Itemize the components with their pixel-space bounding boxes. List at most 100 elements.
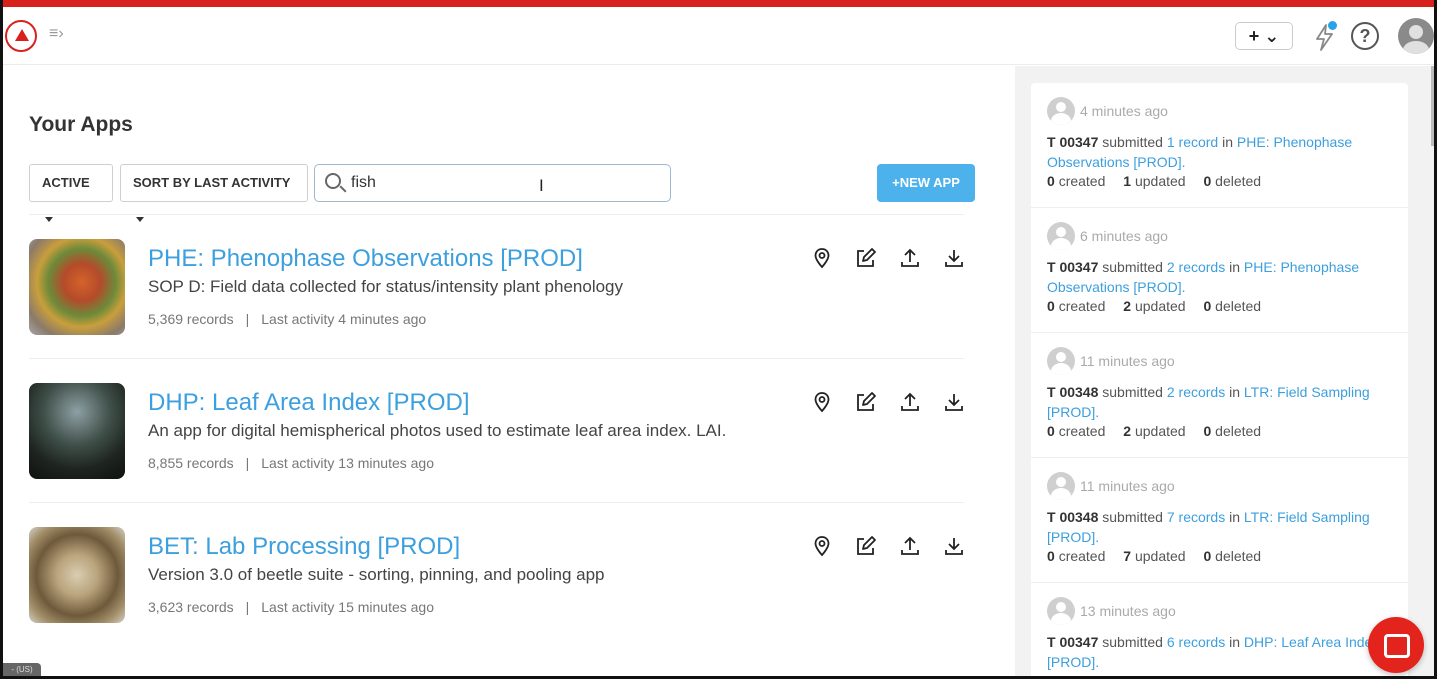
menu-icon[interactable]: ≡› <box>49 25 64 43</box>
app-description: Version 3.0 of beetle suite - sorting, p… <box>148 565 605 585</box>
records-link[interactable]: 2 records <box>1167 384 1225 400</box>
activity-sidebar: 4 minutes ago T 00347 submitted 1 record… <box>1015 66 1434 676</box>
app-meta: 8,855 records|Last activity 13 minutes a… <box>148 455 434 471</box>
activity-time: 13 minutes ago <box>1080 603 1176 619</box>
deleted-label: deleted <box>1215 298 1261 314</box>
app-thumbnail[interactable] <box>29 527 125 623</box>
activity-item: 11 minutes ago T 00348 submitted 2 recor… <box>1031 333 1408 458</box>
activity-in: in <box>1229 384 1240 400</box>
activity-user: T 00347 <box>1047 134 1098 150</box>
upload-icon[interactable] <box>899 247 921 269</box>
activity-item: 13 minutes ago T 00347 submitted 6 recor… <box>1031 583 1408 683</box>
record-count: 5,369 records <box>148 311 234 327</box>
search-icon <box>325 173 341 189</box>
activity-item: 11 minutes ago T 00348 submitted 7 recor… <box>1031 458 1408 583</box>
app-description: SOP D: Field data collected for status/i… <box>148 277 623 297</box>
add-menu-button[interactable]: + ⌄ <box>1235 22 1293 50</box>
activity-feed[interactable]: 4 minutes ago T 00347 submitted 1 record… <box>1031 83 1408 683</box>
chat-icon[interactable] <box>1368 617 1424 673</box>
sort-dropdown[interactable]: SORT BY LAST ACTIVITY <box>120 164 308 202</box>
app-thumbnail[interactable] <box>29 239 125 335</box>
created-label: created <box>1059 173 1106 189</box>
activity-in: in <box>1229 509 1240 525</box>
records-link[interactable]: 7 records <box>1167 509 1225 525</box>
activity-text: T 00348 submitted 2 records in LTR: Fiel… <box>1047 382 1387 422</box>
updated-count: 7 <box>1123 548 1131 564</box>
activity-in: in <box>1229 259 1240 275</box>
app-link-period: . <box>1095 404 1099 420</box>
app-thumbnail[interactable] <box>29 383 125 479</box>
user-avatar-icon[interactable] <box>1398 18 1434 54</box>
logo-icon[interactable] <box>5 20 37 52</box>
records-link[interactable]: 2 records <box>1167 259 1225 275</box>
last-activity: Last activity 13 minutes ago <box>261 455 434 471</box>
app-row: PHE: Phenophase Observations [PROD] SOP … <box>29 214 964 358</box>
activity-time: 4 minutes ago <box>1080 103 1168 119</box>
activity-text: T 00347 submitted 6 records in DHP: Leaf… <box>1047 632 1387 672</box>
activity-verb: submitted <box>1102 384 1163 400</box>
upload-icon[interactable] <box>899 535 921 557</box>
download-icon[interactable] <box>943 391 965 413</box>
deleted-count: 0 <box>1203 423 1211 439</box>
app-title-link[interactable]: BET: Lab Processing [PROD] <box>148 533 460 561</box>
created-label: created <box>1059 548 1106 564</box>
app-title-link[interactable]: PHE: Phenophase Observations [PROD] <box>148 245 583 273</box>
status-filter-dropdown[interactable]: ACTIVE <box>29 164 113 202</box>
activity-user: T 00347 <box>1047 259 1098 275</box>
meta-separator: | <box>246 455 250 471</box>
lightning-icon[interactable] <box>1312 23 1338 51</box>
activity-in: in <box>1222 134 1233 150</box>
download-icon[interactable] <box>943 247 965 269</box>
app-title-link[interactable]: DHP: Leaf Area Index [PROD] <box>148 389 469 417</box>
upload-icon[interactable] <box>899 391 921 413</box>
app-link-period: . <box>1182 154 1186 170</box>
map-pin-icon[interactable] <box>811 535 833 557</box>
created-count: 0 <box>1047 298 1055 314</box>
new-app-button[interactable]: +NEW APP <box>877 164 975 202</box>
edit-icon[interactable] <box>855 247 877 269</box>
download-glyph <box>943 247 965 269</box>
activity-text: T 00347 submitted 1 record in PHE: Pheno… <box>1047 132 1387 172</box>
app-link-period: . <box>1095 654 1099 670</box>
notification-dot <box>1328 21 1337 30</box>
user-avatar-icon <box>1047 347 1075 375</box>
activity-counts: 0 created 1 updated 0 deleted <box>1047 173 1275 189</box>
download-glyph <box>943 391 965 413</box>
deleted-count: 0 <box>1203 298 1211 314</box>
updated-count: 2 <box>1123 298 1131 314</box>
search-box[interactable]: I <box>314 164 671 202</box>
records-link[interactable]: 6 records <box>1167 634 1225 650</box>
window-frame-left <box>0 0 3 679</box>
user-avatar-icon <box>1047 97 1075 125</box>
activity-counts: 0 created 2 updated 0 deleted <box>1047 298 1275 314</box>
map-pin-icon[interactable] <box>811 247 833 269</box>
activity-time: 11 minutes ago <box>1080 478 1175 494</box>
activity-time: 11 minutes ago <box>1080 353 1175 369</box>
help-icon[interactable]: ? <box>1351 22 1379 50</box>
record-count: 3,623 records <box>148 599 234 615</box>
activity-verb: submitted <box>1102 509 1163 525</box>
created-label: created <box>1059 298 1106 314</box>
activity-verb: submitted <box>1102 634 1163 650</box>
created-label: created <box>1059 423 1106 439</box>
edit-icon[interactable] <box>855 391 877 413</box>
map-pin-icon[interactable] <box>811 391 833 413</box>
upload-glyph <box>899 391 921 413</box>
download-icon[interactable] <box>943 535 965 557</box>
map-pin-glyph <box>811 535 833 557</box>
deleted-label: deleted <box>1215 173 1261 189</box>
edit-glyph <box>855 391 877 413</box>
last-activity: Last activity 4 minutes ago <box>261 311 426 327</box>
search-input[interactable] <box>351 171 651 195</box>
deleted-count: 0 <box>1203 173 1211 189</box>
updated-count: 2 <box>1123 423 1131 439</box>
user-avatar-icon <box>1047 222 1075 250</box>
records-link[interactable]: 1 record <box>1167 134 1218 150</box>
updated-label: updated <box>1135 298 1186 314</box>
activity-item: 4 minutes ago T 00347 submitted 1 record… <box>1031 83 1408 208</box>
activity-counts: 0 created 2 updated 0 deleted <box>1047 423 1275 439</box>
upload-glyph <box>899 535 921 557</box>
created-count: 0 <box>1047 173 1055 189</box>
edit-icon[interactable] <box>855 535 877 557</box>
updated-label: updated <box>1135 173 1186 189</box>
